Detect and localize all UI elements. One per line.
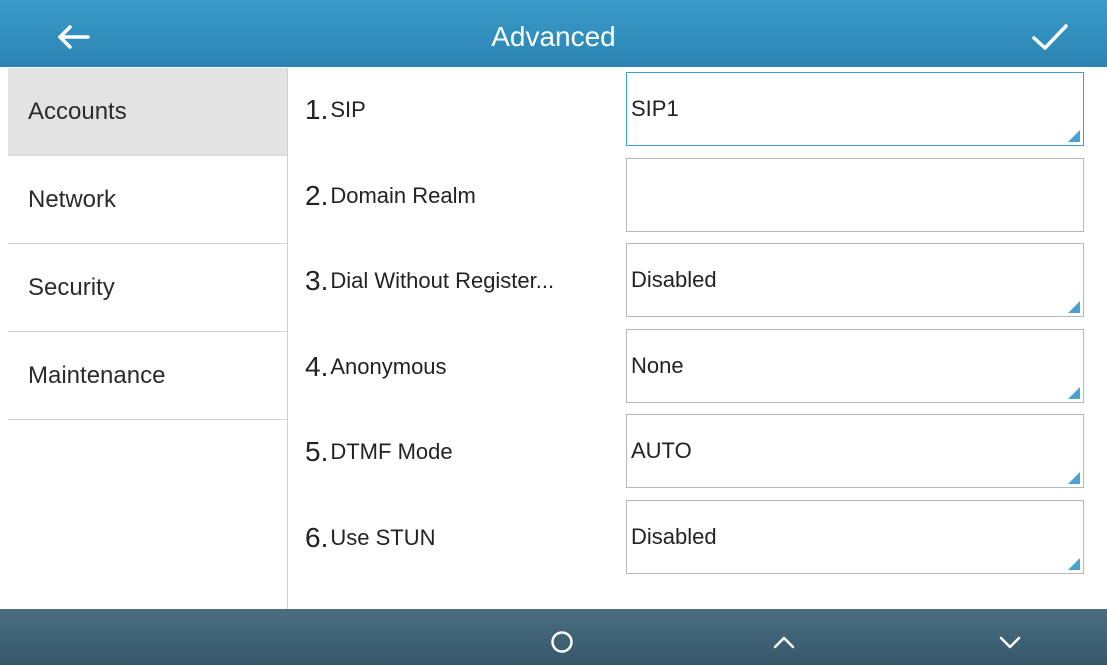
- setting-label: 1. SIP: [305, 70, 635, 150]
- sidebar-item-maintenance[interactable]: Maintenance: [8, 332, 287, 420]
- dropdown-corner-icon: [1068, 301, 1080, 313]
- softkey-bar: [0, 609, 1107, 665]
- circle-icon: [551, 631, 573, 653]
- dropdown-corner-icon: [1068, 387, 1080, 399]
- setting-label-text: SIP: [330, 97, 366, 122]
- sidebar-item-label: Accounts: [28, 97, 127, 125]
- setting-row-dial-without-register: 3. Dial Without Register... Disabled: [288, 241, 1096, 321]
- softkey-down-button[interactable]: [980, 617, 1040, 661]
- setting-label: 6. Use STUN: [305, 498, 635, 578]
- setting-number: 6.: [305, 522, 329, 553]
- setting-label-text: DTMF Mode: [330, 439, 453, 464]
- dropdown-corner-icon: [1068, 558, 1080, 570]
- dial-without-register-select[interactable]: Disabled: [626, 243, 1084, 317]
- setting-label: 2. Domain Realm: [305, 156, 635, 236]
- setting-label: 4. Anonymous: [305, 327, 635, 407]
- sip-select[interactable]: SIP1: [626, 72, 1084, 146]
- setting-label-text: Domain Realm: [330, 183, 476, 208]
- domain-realm-input[interactable]: [626, 158, 1084, 232]
- field-value: SIP1: [631, 96, 679, 121]
- setting-row-use-stun: 6. Use STUN Disabled: [288, 498, 1096, 578]
- field-value: Disabled: [631, 267, 717, 292]
- dropdown-corner-icon: [1068, 472, 1080, 484]
- sidebar-item-security[interactable]: Security: [8, 244, 287, 332]
- softkey-select-button[interactable]: [532, 617, 592, 661]
- setting-number: 1.: [305, 94, 329, 125]
- sidebar-item-network[interactable]: Network: [8, 156, 287, 244]
- setting-number: 5.: [305, 436, 329, 467]
- anonymous-select[interactable]: None: [626, 329, 1084, 403]
- use-stun-select[interactable]: Disabled: [626, 500, 1084, 574]
- title-bar: Advanced: [0, 0, 1107, 67]
- setting-label: 5. DTMF Mode: [305, 412, 635, 492]
- field-value: AUTO: [631, 438, 692, 463]
- dropdown-corner-icon: [1068, 130, 1080, 142]
- field-value: Disabled: [631, 524, 717, 549]
- settings-list: 1. SIP SIP1 2. Domain Realm 3. Dial With…: [288, 68, 1096, 609]
- setting-number: 3.: [305, 265, 329, 296]
- sidebar-item-label: Network: [28, 185, 117, 213]
- setting-number: 2.: [305, 180, 329, 211]
- setting-label-text: Use STUN: [330, 525, 436, 550]
- setting-row-sip: 1. SIP SIP1: [288, 70, 1096, 150]
- setting-number: 4.: [305, 351, 329, 382]
- settings-sidebar: Accounts Network Security Maintenance: [8, 68, 288, 609]
- setting-label-text: Dial Without Register...: [330, 268, 555, 293]
- sidebar-item-label: Maintenance: [28, 361, 166, 389]
- checkmark-icon: [1032, 24, 1068, 50]
- chevron-up-icon: [773, 636, 795, 649]
- setting-row-anonymous: 4. Anonymous None: [288, 327, 1096, 407]
- dtmf-mode-select[interactable]: AUTO: [626, 414, 1084, 488]
- setting-row-dtmf-mode: 5. DTMF Mode AUTO: [288, 412, 1096, 492]
- save-button[interactable]: [1020, 16, 1080, 58]
- setting-row-domain-realm: 2. Domain Realm: [288, 156, 1096, 236]
- softkey-up-button[interactable]: [754, 617, 814, 661]
- setting-label: 3. Dial Without Register...: [305, 241, 635, 321]
- chevron-down-icon: [999, 636, 1021, 649]
- sidebar-item-label: Security: [28, 273, 115, 301]
- sidebar-item-accounts[interactable]: Accounts: [8, 68, 287, 156]
- field-value: None: [631, 353, 684, 378]
- page-title: Advanced: [491, 21, 616, 52]
- setting-label-text: Anonymous: [330, 354, 447, 379]
